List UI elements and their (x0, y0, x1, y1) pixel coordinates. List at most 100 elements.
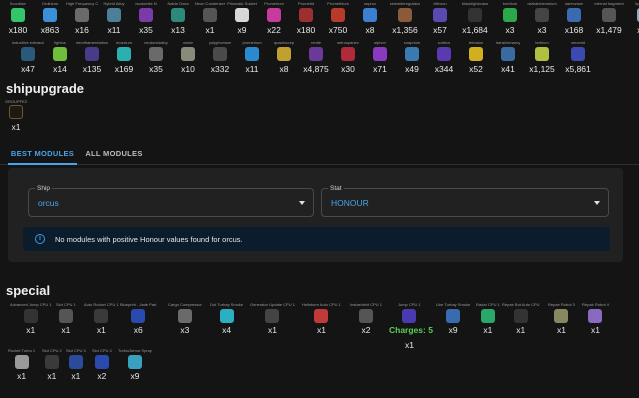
resource-item: Hybrid Alloy x11 (103, 1, 125, 35)
resource-icon (181, 47, 195, 61)
resource-item: soaprium x49 (403, 40, 421, 74)
resource-item: rentie x4,875 (303, 40, 329, 74)
resource-icon (11, 8, 25, 22)
resource-icon (602, 8, 616, 22)
shipupgrade-title: shipupgrade (6, 81, 85, 96)
resource-icon (21, 47, 35, 61)
special-icon (58, 309, 73, 323)
resource-item: xenomit x5,861 (565, 40, 591, 74)
resource-item: Prismatic Socket x9 (227, 1, 257, 35)
resource-icon (405, 47, 419, 61)
resource-icon (309, 47, 323, 61)
resource-item: darenzium x168 (564, 1, 584, 35)
resource-item: Ordinium x863 (40, 1, 60, 35)
chevron-down-icon (594, 201, 600, 205)
resource-icon (245, 47, 259, 61)
special-item: Rocket Turbo 1 x1 (8, 348, 36, 381)
resource-item: seismiteregulator x1,356 (389, 1, 421, 35)
special-item: Repair Bot Auto CPU x1 (502, 302, 540, 335)
tab-all-modules[interactable]: ALL MODULES (84, 143, 144, 165)
resource-item: seirospanex x30 (337, 40, 359, 74)
special-icon (68, 355, 83, 369)
info-icon: i (35, 234, 45, 244)
resource-icon (43, 8, 57, 22)
resource-item: hydrodogyx39 (628, 1, 639, 35)
special-icon (14, 355, 29, 369)
resource-icon (468, 8, 482, 22)
resource-grid-row-2: inducitive extrasolatorx47 lightusx14 mi… (12, 40, 596, 74)
resource-item: Promerium x22 (264, 1, 284, 35)
active-tab-indicator (8, 163, 77, 165)
resource-item: terbalon x52 (468, 40, 484, 74)
resource-item: darkalchemnium x3 (527, 1, 557, 35)
special-icon (480, 309, 495, 323)
resource-icon (203, 8, 217, 22)
resource-icon (433, 8, 447, 22)
resource-icon (139, 8, 153, 22)
resource-icon (469, 47, 483, 61)
resource-icon (299, 8, 313, 22)
resource-icon (171, 8, 185, 22)
special-item: Slot CPU 4 x2 (92, 348, 112, 381)
charges-label: Charges: 5 (389, 325, 433, 335)
resource-item: polyphonium x332 (208, 40, 232, 74)
special-icon (219, 309, 234, 323)
special-icon (314, 309, 329, 323)
stat-select[interactable]: Stat HONOUR (321, 184, 609, 217)
special-item: Slot CPU 3 x1 (66, 348, 86, 381)
resource-item: terbium x1,125 (529, 40, 555, 74)
resource-icon (331, 8, 345, 22)
resource-item: Neon Condenser x1 (194, 1, 226, 35)
resource-item: seprox x8 (363, 1, 377, 35)
resource-item: lightus x14 (53, 40, 67, 74)
special-item: Advanced Jump CPU 1 x1 (10, 302, 52, 335)
special-icon (265, 309, 280, 323)
special-item: Cargo Compressor x3 (168, 302, 202, 335)
resource-icon (567, 8, 581, 22)
special-item: Radar CPU 1 x1 (476, 302, 500, 335)
special-icon (446, 309, 461, 323)
special-item: Blueprint - Jade Part x6 (120, 302, 157, 335)
resource-item: mindframerelation x135 (76, 40, 108, 74)
special-icon (23, 309, 38, 323)
resource-icon (571, 47, 585, 61)
resource-icon (535, 8, 549, 22)
special-item: Like Turbay Smoke x9 (436, 302, 471, 335)
resource-item: neutonidalloy x35 (144, 40, 168, 74)
upgrade-icon (9, 105, 23, 119)
resource-icon (535, 47, 549, 61)
special-item: Repair Robot 3 x1 (548, 302, 575, 335)
special-icon (127, 355, 142, 369)
resource-item: eternal fragment x1,479 (594, 1, 624, 35)
special-icon (554, 309, 569, 323)
resource-item: transformaroy x41 (495, 40, 521, 74)
ship-select[interactable]: Ship orcus (28, 184, 314, 217)
resource-item: bifenon x57 (433, 1, 447, 35)
resource-icon (75, 8, 89, 22)
special-icon (177, 309, 192, 323)
resource-icon (437, 47, 451, 61)
resource-item: Nabla Ozea x13 (167, 1, 189, 35)
special-title: special (6, 283, 51, 298)
resource-item: High Frequency Cablex16 (66, 1, 98, 35)
special-icon (94, 309, 109, 323)
resource-item: Promethium x750 (327, 1, 349, 35)
special-icon (359, 309, 373, 323)
resource-item: Scordium x180 (8, 1, 28, 35)
resource-item: osmin x10 (181, 40, 195, 74)
resource-item: promerium x11 (242, 40, 262, 74)
info-alert: i No modules with positive Honour values… (23, 227, 610, 251)
resource-icon (503, 8, 517, 22)
resource-item: Prometid x180 (296, 1, 316, 35)
module-tabs: BEST MODULES ALL MODULES (0, 143, 639, 165)
special-icon (94, 355, 109, 369)
special-item: Hellstorm Auto CPU 1 x1 (302, 302, 341, 335)
resource-icon (213, 47, 227, 61)
resource-item: inducitive extrasolatorx47 (12, 40, 44, 74)
resource-icon (398, 8, 412, 22)
resource-item: Isodomite Nx35 (135, 1, 157, 35)
special-item: Instashield CPU 1 x2 (350, 302, 383, 335)
special-item: Turbo/Armor Spray x9 (118, 348, 152, 381)
tab-best-modules[interactable]: BEST MODULES (8, 143, 77, 165)
resource-item: siphon x71 (373, 40, 387, 74)
